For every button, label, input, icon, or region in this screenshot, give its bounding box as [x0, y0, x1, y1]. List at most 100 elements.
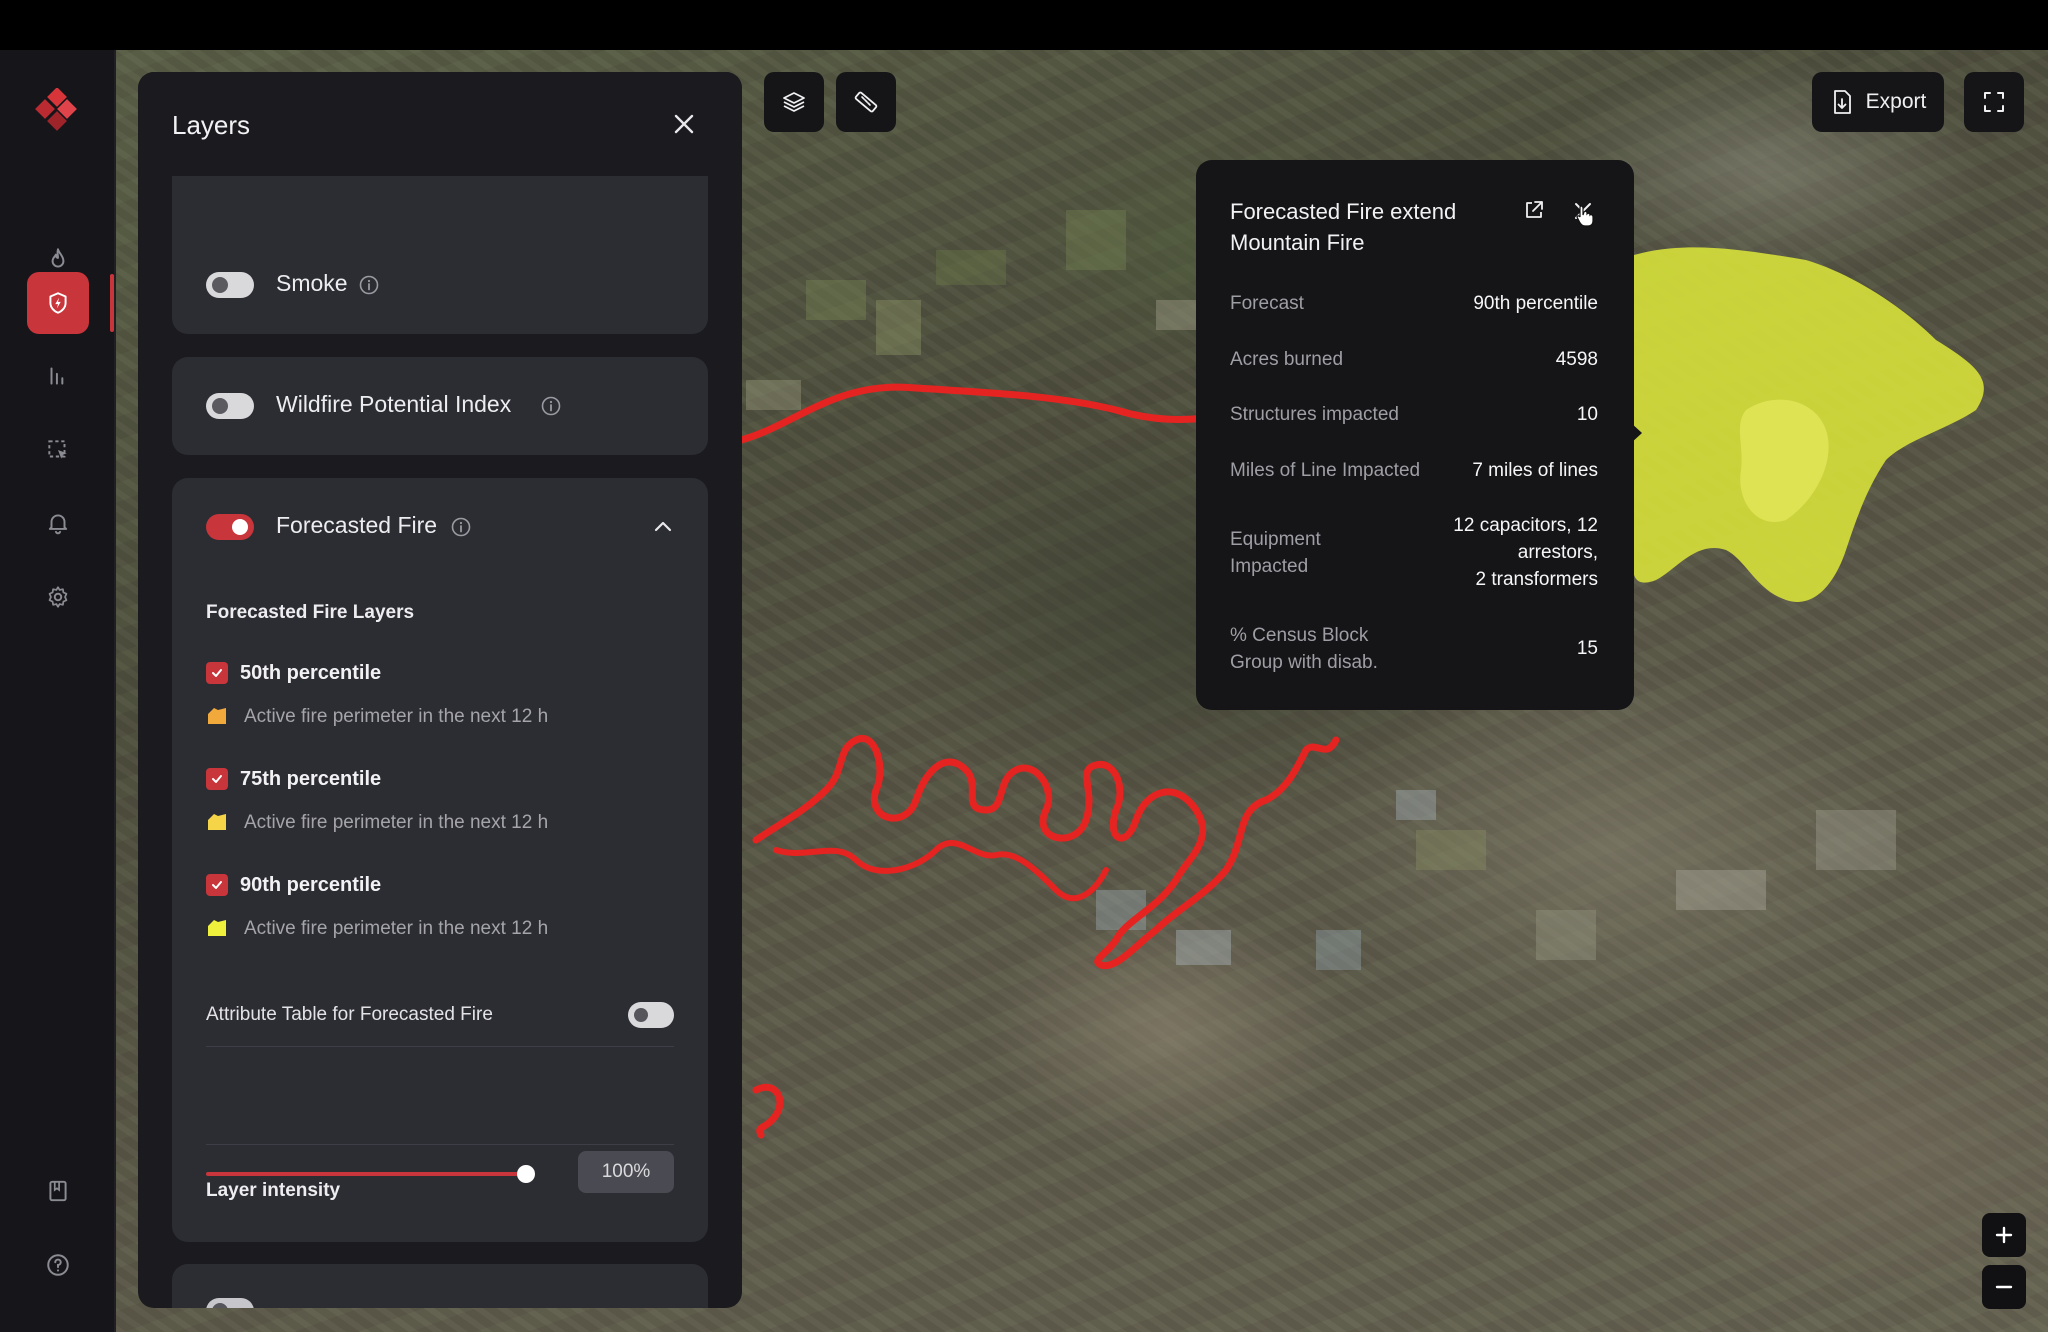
gear-icon — [48, 586, 68, 608]
row-structures-label: Structures impacted — [1230, 404, 1399, 425]
layers-panel: Layers Smoke Wildfire Potential Index Fo… — [138, 72, 742, 1308]
layers-button[interactable] — [764, 72, 824, 132]
intensity-slider-thumb[interactable] — [517, 1165, 535, 1183]
fullscreen-icon — [1984, 92, 2004, 112]
row-census-label-line1: % Census Block — [1230, 625, 1369, 646]
intensity-slider-track[interactable] — [206, 1172, 534, 1176]
fire-perimeter-lower-inner — [773, 840, 1109, 902]
layers-panel-header: Layers — [138, 72, 742, 176]
panel-title: Layers — [172, 110, 251, 140]
row-miles-label: Miles of Line Impacted — [1230, 460, 1421, 481]
row-census-value: 15 — [1576, 638, 1598, 659]
zoom-in-button[interactable] — [1982, 1213, 2026, 1257]
row-equipment-label-line1: Equipment — [1230, 529, 1321, 550]
info-icon[interactable] — [540, 395, 562, 417]
nav-help[interactable] — [27, 1234, 89, 1296]
checkbox-75th[interactable] — [206, 768, 228, 790]
minus-icon — [1995, 1285, 2013, 1289]
nav-alerts[interactable] — [27, 492, 89, 554]
checkbox-50th[interactable] — [206, 662, 228, 684]
row-equipment-value-line3: 2 transformers — [1475, 569, 1598, 590]
external-link-icon[interactable] — [1522, 198, 1546, 222]
layer-card-smoke: Smoke — [172, 236, 708, 334]
intensity-percent-box[interactable]: 100% — [578, 1151, 674, 1193]
fullscreen-button[interactable] — [1964, 72, 2024, 132]
percentile-50-label: 50th percentile — [240, 662, 382, 684]
help-icon — [47, 1254, 69, 1276]
zoom-out-button[interactable] — [1982, 1265, 2026, 1309]
forecasted-fire-label: Forecasted Fire — [276, 512, 438, 538]
row-forecast-value: 90th percentile — [1473, 293, 1598, 314]
check-icon — [212, 775, 222, 783]
select-area-icon — [48, 440, 67, 459]
hand-cursor-icon — [1576, 205, 1594, 227]
popup-title-line1: Forecasted Fire extend — [1230, 199, 1457, 224]
export-button[interactable]: Export — [1812, 72, 1944, 132]
forecasted-fire-toggle[interactable] — [206, 514, 254, 540]
nav-selection[interactable] — [27, 419, 89, 481]
layer-card-forecasted-fire: Forecasted Fire Forecasted Fire Layers 5… — [172, 478, 708, 1242]
app-root: Layers Smoke Wildfire Potential Index Fo… — [0, 0, 2048, 1332]
wpi-toggle[interactable] — [206, 393, 254, 419]
layer-intensity-label: Layer intensity — [206, 1180, 341, 1201]
row-structures-value: 10 — [1576, 404, 1598, 425]
percentile-75-label: 75th percentile — [240, 768, 382, 790]
plus-icon — [1995, 1226, 2013, 1244]
flame-icon — [51, 248, 65, 268]
row-miles-value: 7 miles of lines — [1472, 460, 1598, 481]
row-equipment-value-line1: 12 capacitors, 12 — [1453, 515, 1598, 536]
layer-card-wpi: Wildfire Potential Index — [172, 357, 708, 455]
fire-perimeter-left-fragment — [752, 1084, 784, 1139]
percentile-90-label: 90th percentile — [240, 874, 382, 896]
book-icon — [49, 1180, 67, 1202]
row-equipment-value: 12 capacitors, 12 arrestors, 2 transform… — [1453, 512, 1598, 593]
active-nav-indicator — [110, 274, 114, 332]
nav-settings[interactable] — [27, 566, 89, 628]
close-icon[interactable] — [668, 108, 700, 140]
checkbox-90th[interactable] — [206, 874, 228, 896]
chevron-up-icon[interactable] — [650, 514, 676, 540]
nav-risk[interactable] — [27, 272, 89, 334]
measure-button[interactable] — [836, 72, 896, 132]
info-icon[interactable] — [358, 274, 380, 296]
legend-swatch-50 — [208, 708, 226, 724]
nav-analytics[interactable] — [27, 345, 89, 407]
row-acres-label: Acres burned — [1230, 349, 1344, 370]
shield-bolt-icon — [49, 292, 67, 314]
partial-toggle[interactable] — [206, 1298, 254, 1308]
layers-icon — [783, 92, 805, 112]
nav-bookmarks[interactable] — [27, 1160, 89, 1222]
attribute-table-label: Attribute Table for Forecasted Fire — [206, 1004, 493, 1025]
legend-text-50: Active fire perimeter in the next 12 h — [244, 706, 549, 727]
divider — [206, 1046, 674, 1047]
wpi-label: Wildfire Potential Index — [276, 391, 512, 417]
row-census-label-line2: Group with disab. — [1230, 652, 1378, 673]
row-equipment-label-line2: Impacted — [1230, 556, 1309, 577]
attribute-table-toggle[interactable] — [628, 1002, 674, 1028]
bar-chart-icon — [50, 367, 64, 385]
app-logo-icon[interactable] — [34, 88, 82, 136]
legend-text-90: Active fire perimeter in the next 12 h — [244, 918, 549, 939]
row-equipment-value-line2: arrestors, — [1517, 542, 1598, 563]
row-equipment-label: Equipment Impacted — [1230, 526, 1321, 580]
left-sidebar — [0, 50, 116, 1332]
row-acres-value: 4598 — [1555, 349, 1598, 370]
top-black-bar — [0, 0, 2048, 50]
check-icon — [212, 881, 222, 889]
smoke-label: Smoke — [276, 270, 348, 296]
popup-title-line2: Mountain Fire — [1230, 230, 1365, 255]
row-census-label: % Census Block Group with disab. — [1230, 622, 1378, 676]
legend-swatch-90 — [208, 920, 226, 936]
smoke-toggle[interactable] — [206, 272, 254, 298]
popup-title: Forecasted Fire extend Mountain Fire — [1230, 196, 1510, 258]
export-label: Export — [1865, 90, 1927, 113]
check-icon — [212, 669, 222, 677]
legend-text-75: Active fire perimeter in the next 12 h — [244, 812, 549, 833]
export-file-icon — [1833, 90, 1851, 114]
legend-swatch-75 — [208, 814, 226, 830]
info-icon[interactable] — [450, 516, 472, 538]
divider — [206, 1144, 674, 1145]
fire-info-popup: Forecasted Fire extend Mountain Fire For… — [1196, 160, 1634, 710]
ruler-icon — [854, 91, 878, 113]
layer-card-partial-bottom — [172, 1264, 708, 1308]
